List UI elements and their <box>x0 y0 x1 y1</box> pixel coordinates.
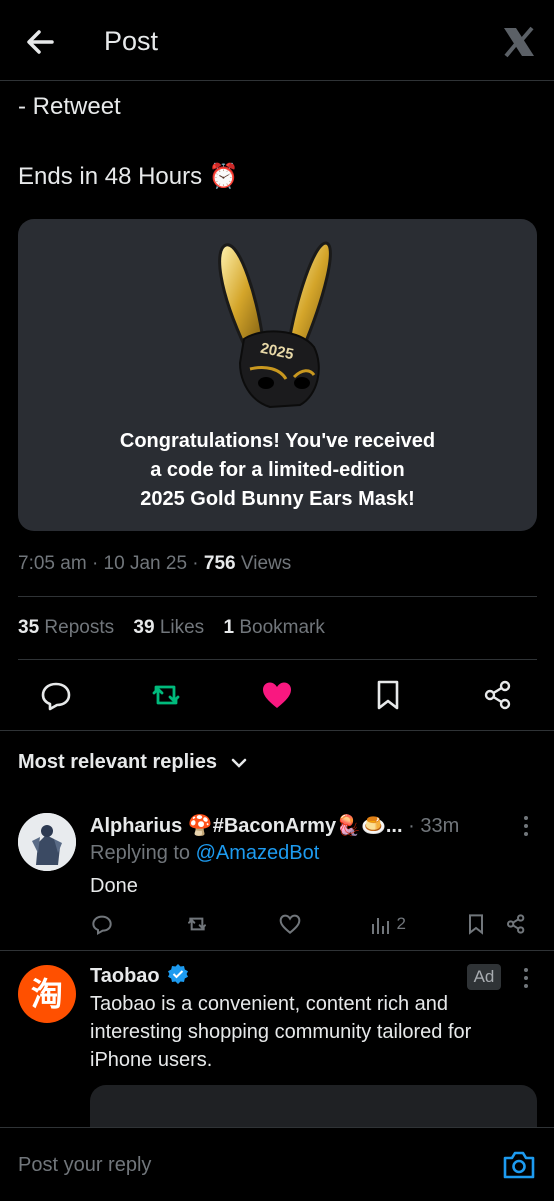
reply-views-count: 2 <box>396 914 406 933</box>
x-logo-icon[interactable] <box>502 26 536 58</box>
views-chart-icon <box>372 918 389 934</box>
reply-author-name[interactable]: Alpharius 🍄#BaconArmy🪼🍮... <box>90 815 403 837</box>
repost-button[interactable] <box>148 677 184 713</box>
more-vertical-icon <box>524 968 528 988</box>
heart-icon <box>279 914 301 934</box>
post-text-line: - Retweet <box>18 93 121 120</box>
replying-to-label: Replying to <box>90 842 191 864</box>
reposts-count: 35 <box>18 617 40 638</box>
repost-icon <box>188 917 206 931</box>
reply-time: 33m <box>420 815 460 837</box>
more-vertical-icon <box>524 816 528 836</box>
chevron-down-icon <box>231 758 246 768</box>
post-text-line: Ends in 48 Hours ⏰ <box>18 163 239 190</box>
post-date: 10 Jan 25 <box>103 553 188 574</box>
bookmarks-label: Bookmark <box>239 617 325 638</box>
arrow-left-icon <box>27 30 54 54</box>
share-button[interactable] <box>480 677 516 713</box>
reposts-label: Reposts <box>44 617 115 638</box>
post-media-image[interactable]: 2025 Congratulations! You've received a … <box>18 219 537 531</box>
meta-separator: · <box>192 553 199 574</box>
reply-reply-button[interactable] <box>90 912 114 938</box>
divider <box>18 659 537 660</box>
replies-sort-label: Most relevant replies <box>18 751 217 773</box>
likes-count: 39 <box>133 617 155 638</box>
bookmark-icon <box>469 914 483 935</box>
reply-icon <box>41 682 71 711</box>
likes-stat[interactable]: 39 Likes <box>133 617 204 638</box>
reply-author-row: Alpharius 🍄#BaconArmy🪼🍮... · 33m <box>90 815 460 837</box>
caption-line: a code for a limited-edition <box>150 459 405 481</box>
camera-button[interactable] <box>502 1150 536 1180</box>
post-time: 7:05 am <box>18 553 87 574</box>
replying-to: Replying to @AmazedBot <box>90 842 319 865</box>
bookmarks-count: 1 <box>223 617 235 638</box>
reply-compose-bar: Post your reply <box>0 1127 554 1201</box>
divider <box>0 730 554 731</box>
reply-bookmark-button[interactable] <box>464 912 488 938</box>
reply-share-button[interactable] <box>504 912 528 938</box>
verified-badge-icon <box>168 964 189 984</box>
caption-line: 2025 Gold Bunny Ears Mask! <box>140 488 415 510</box>
reply-input[interactable]: Post your reply <box>18 1154 151 1177</box>
like-button[interactable] <box>259 677 295 713</box>
ad-text-line: Taobao is a convenient, content rich and <box>90 993 449 1015</box>
avatar[interactable] <box>18 813 76 871</box>
engagement-stats: 35 Reposts 39 Likes 1 Bookmark <box>18 617 339 639</box>
back-button[interactable] <box>22 24 58 60</box>
ad-badge: Ad <box>467 964 501 990</box>
caption-line: Congratulations! You've received <box>119 430 436 452</box>
ad-text-line: iPhone users. <box>90 1049 213 1071</box>
more-options-button[interactable] <box>516 966 536 990</box>
divider <box>18 596 537 597</box>
views-label[interactable]: Views <box>241 553 291 574</box>
avatar-image <box>18 813 76 871</box>
views-count: 756 <box>203 553 236 574</box>
repost-icon <box>152 685 180 705</box>
bookmarks-stat[interactable]: 1 Bookmark <box>223 617 324 638</box>
ad-author-name[interactable]: Taobao <box>90 965 160 987</box>
likes-label: Likes <box>159 617 205 638</box>
avatar[interactable]: 淘 <box>18 965 76 1023</box>
bookmark-button[interactable] <box>370 677 406 713</box>
top-bar: Post <box>0 0 554 81</box>
camera-icon <box>503 1151 535 1179</box>
bookmark-icon <box>377 680 399 710</box>
reply-icon <box>92 915 112 936</box>
share-icon <box>484 680 511 710</box>
reply-repost-button[interactable] <box>185 912 209 938</box>
replies-sort-dropdown[interactable]: Most relevant replies <box>18 751 249 774</box>
reply-button[interactable] <box>38 677 74 713</box>
post-meta: 7:05 am · 10 Jan 25 · 756 Views <box>18 553 291 575</box>
meta-separator: · <box>91 553 99 574</box>
share-icon <box>507 914 525 934</box>
divider <box>0 950 554 951</box>
ad-author-row: Taobao <box>90 963 189 988</box>
ad-text-line: interesting shopping community tailored … <box>90 1021 472 1043</box>
media-caption: Congratulations! You've received a code … <box>18 427 537 514</box>
taobao-logo: 淘 <box>30 976 63 1012</box>
replying-to-handle[interactable]: @AmazedBot <box>196 842 320 864</box>
reply-views-button[interactable]: 2 <box>370 912 420 938</box>
ad-text: Taobao is a convenient, content rich and… <box>90 990 540 1074</box>
reply-text: Done <box>90 875 138 897</box>
reply-like-button[interactable] <box>278 912 302 938</box>
page-title: Post <box>104 26 159 56</box>
more-options-button[interactable] <box>516 814 536 838</box>
reposts-stat[interactable]: 35 Reposts <box>18 617 114 638</box>
heart-icon <box>263 682 291 708</box>
